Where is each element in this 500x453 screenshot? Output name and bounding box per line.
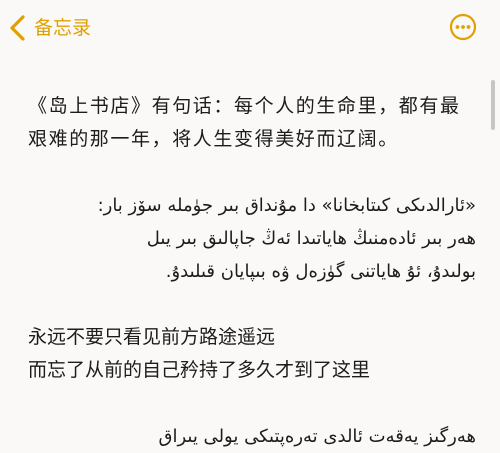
paragraph-uyghur-line-2: ھەر بىر ئادەمنىڭ ھاياتىدا ئەڭ جاپالىق بى… bbox=[146, 228, 476, 249]
chevron-left-icon bbox=[10, 15, 25, 41]
back-label: 备忘录 bbox=[34, 16, 92, 39]
scroll-indicator[interactable] bbox=[491, 80, 495, 130]
back-button[interactable]: 备忘录 bbox=[8, 12, 91, 44]
paragraph-uyghur-partial: ھەرگىز يەقەت ئالدى تەرەپتىكى يولى يىراق bbox=[158, 426, 477, 447]
paragraph-uyghur-line-1: «ئارالدىكى كىتابخانا» دا مۇنداق بىر جۈمل… bbox=[97, 195, 476, 216]
paragraph-chinese-line-2: 而忘了从前的自己矜持了多久才到了这里 bbox=[28, 359, 371, 381]
note-body[interactable]: 《岛上书店》有句话：每个人的生命里，都有最艰难的那一年，将人生变得美好而辽阔。 … bbox=[28, 90, 476, 453]
paragraph-uyghur-line-3: بولىدۇ، ئۇ ھاياتنى گۈزەل ۋە بىپايان قىلى… bbox=[165, 261, 476, 282]
paragraph-chinese-line-1: 永远不要只看见前方路途遥远 bbox=[28, 326, 276, 348]
paragraph-chinese-quote: 《岛上书店》有句话：每个人的生命里，都有最艰难的那一年，将人生变得美好而辽阔。 bbox=[28, 95, 461, 150]
nav-bar: 备忘录 bbox=[0, 0, 500, 58]
more-options-icon[interactable] bbox=[449, 13, 477, 41]
